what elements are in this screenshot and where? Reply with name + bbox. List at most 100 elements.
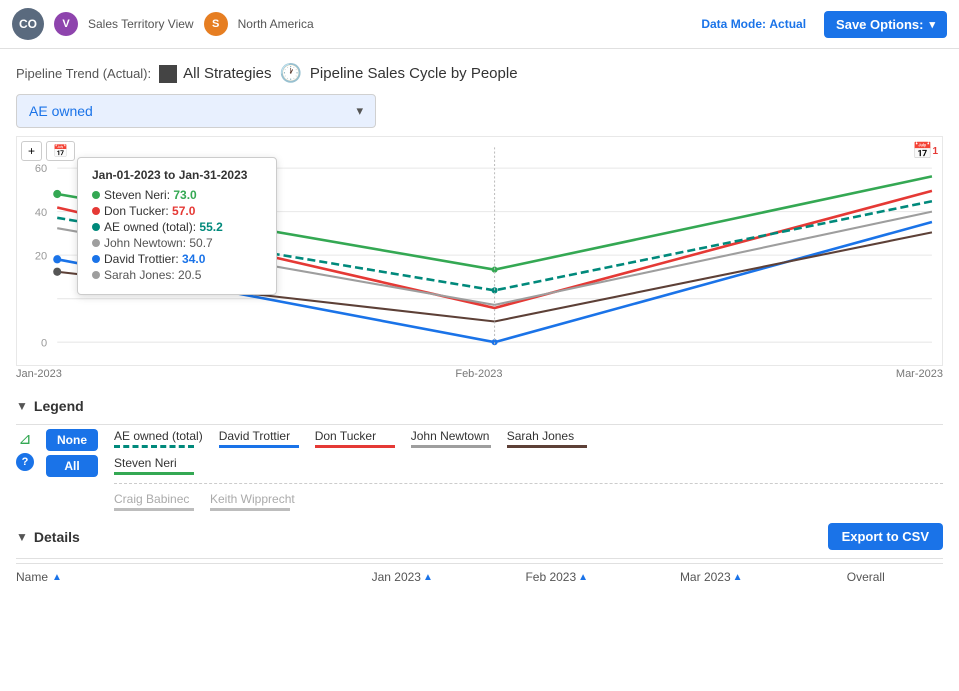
legend-toggle[interactable]: ▼ Legend — [16, 392, 943, 420]
legend-craig-line — [114, 508, 194, 511]
details-toggle[interactable]: ▼ Details — [16, 529, 80, 545]
svg-text:0: 0 — [41, 337, 47, 349]
legend-divider — [16, 424, 943, 425]
legend-don-line — [315, 445, 395, 448]
calendar-add-button[interactable]: 📅 — [46, 141, 75, 161]
legend-don-label: Don Tucker — [315, 429, 395, 443]
tooltip-ae-owned: AE owned (total): 55.2 — [92, 220, 262, 234]
s-avatar: S — [204, 12, 228, 36]
legend-john-label: John Newtown — [411, 429, 491, 443]
details-section: ▼ Details Export to CSV Name ▲ Jan 2023 … — [16, 519, 943, 590]
save-options-button[interactable]: Save Options: ▾ — [824, 11, 947, 38]
dot-icon — [92, 191, 100, 199]
legend-sarah-label: Sarah Jones — [507, 429, 587, 443]
legend-item-john[interactable]: John Newtown — [411, 429, 491, 448]
sort-mar-icon: ▲ — [733, 572, 743, 583]
tooltip-david: David Trottier: 34.0 — [92, 252, 262, 266]
col-jan[interactable]: Jan 2023 ▲ — [325, 570, 480, 584]
legend-controls: ⊿ ? None All AE owned (total) David Trot… — [16, 429, 943, 511]
filter-icon[interactable]: ⊿ — [18, 429, 31, 449]
tooltip-john: John Newtown: 50.7 — [92, 236, 262, 250]
legend-section-divider — [114, 483, 943, 484]
legend-john-line — [411, 445, 491, 448]
svg-text:60: 60 — [35, 163, 47, 175]
ae-owned-dropdown[interactable]: AE owned ▾ — [16, 94, 376, 128]
legend-craig-label: Craig Babinec — [114, 492, 194, 506]
dot-icon — [92, 239, 100, 247]
table-header: Name ▲ Jan 2023 ▲ Feb 2023 ▲ Mar 2023 ▲ … — [16, 563, 943, 590]
pipeline-title-bar: Pipeline Trend (Actual): All Strategies … — [0, 49, 959, 94]
sort-feb-icon: ▲ — [578, 572, 588, 583]
legend-item-ae-owned[interactable]: AE owned (total) — [114, 429, 203, 448]
ae-dropdown-chevron-icon: ▾ — [356, 103, 363, 119]
chart-area: + 📅 📅1 60 40 20 0 — [16, 136, 943, 366]
save-options-chevron-icon: ▾ — [929, 18, 935, 31]
legend-steven-line — [114, 472, 194, 475]
calendar-badge: 1 — [932, 146, 938, 157]
svg-text:40: 40 — [35, 207, 47, 219]
dot-icon — [92, 223, 100, 231]
legend-item-steven[interactable]: Steven Neri — [114, 456, 194, 475]
sort-icon: ▲ — [52, 572, 62, 583]
col-overall[interactable]: Overall — [789, 570, 944, 584]
legend-toggle-icon: ▼ — [16, 399, 28, 413]
calendar-filter-icon[interactable]: 📅1 — [913, 141, 938, 161]
help-icon[interactable]: ? — [16, 453, 34, 471]
col-feb[interactable]: Feb 2023 ▲ — [480, 570, 635, 584]
cycle-label: Pipeline Sales Cycle by People — [310, 65, 518, 82]
add-button[interactable]: + — [21, 141, 42, 161]
legend-david-label: David Trottier — [219, 429, 299, 443]
legend-keith-label: Keith Wipprecht — [210, 492, 295, 506]
legend-section: ▼ Legend ⊿ ? None All AE owned (total) — [16, 392, 943, 511]
dot-icon — [92, 255, 100, 263]
legend-sarah-line — [507, 445, 587, 448]
all-button[interactable]: All — [46, 455, 98, 477]
col-name[interactable]: Name ▲ — [16, 570, 325, 584]
ae-owned-label: AE owned — [29, 103, 93, 119]
x-label-jan: Jan-2023 — [16, 368, 62, 380]
strategies-label: All Strategies — [183, 65, 271, 82]
v-avatar: V — [54, 12, 78, 36]
x-axis-labels: Jan-2023 Feb-2023 Mar-2023 — [0, 366, 959, 382]
tooltip-date: Jan-01-2023 to Jan-31-2023 — [92, 168, 262, 182]
col-mar[interactable]: Mar 2023 ▲ — [634, 570, 789, 584]
legend-main-row: ⊿ ? None All AE owned (total) David Trot… — [16, 429, 943, 511]
legend-steven-label: Steven Neri — [114, 456, 194, 470]
chart-toolbar: + 📅 — [21, 141, 75, 161]
x-label-mar: Mar-2023 — [896, 368, 943, 380]
dot-icon — [92, 207, 100, 215]
details-title: Details — [34, 529, 80, 545]
legend-item-keith[interactable]: Keith Wipprecht — [210, 492, 295, 511]
co-avatar: CO — [12, 8, 44, 40]
x-label-feb: Feb-2023 — [455, 368, 502, 380]
legend-item-sarah[interactable]: Sarah Jones — [507, 429, 587, 448]
sort-jan-icon: ▲ — [423, 572, 433, 583]
strategy-badge: All Strategies — [159, 65, 271, 83]
details-header: ▼ Details Export to CSV — [16, 519, 943, 554]
legend-buttons: None All — [46, 429, 98, 477]
legend-item-craig[interactable]: Craig Babinec — [114, 492, 194, 511]
legend-item-david[interactable]: David Trottier — [219, 429, 299, 448]
details-toggle-icon: ▼ — [16, 530, 28, 544]
pipeline-label: Pipeline Trend (Actual): — [16, 66, 151, 81]
north-america-label: North America — [238, 17, 314, 31]
legend-item-don[interactable]: Don Tucker — [315, 429, 395, 448]
legend-left-controls: ⊿ ? — [16, 429, 34, 471]
tooltip-don: Don Tucker: 57.0 — [92, 204, 262, 218]
tooltip-steven: Steven Neri: 73.0 — [92, 188, 262, 202]
legend-ae-owned-label: AE owned (total) — [114, 429, 203, 443]
legend-ae-owned-line — [114, 445, 194, 448]
sales-territory-label: Sales Territory View — [88, 17, 194, 31]
dot-icon — [92, 271, 100, 279]
details-divider — [16, 558, 943, 559]
none-button[interactable]: None — [46, 429, 98, 451]
data-mode: Data Mode: Actual — [701, 17, 806, 31]
legend-david-line — [219, 445, 299, 448]
svg-text:20: 20 — [35, 250, 47, 262]
tooltip-sarah: Sarah Jones: 20.5 — [92, 268, 262, 282]
legend-title: Legend — [34, 398, 84, 414]
strategy-box-icon — [159, 65, 177, 83]
chart-tooltip: Jan-01-2023 to Jan-31-2023 Steven Neri: … — [77, 157, 277, 295]
export-csv-button[interactable]: Export to CSV — [828, 523, 943, 550]
header: CO V Sales Territory View S North Americ… — [0, 0, 959, 49]
